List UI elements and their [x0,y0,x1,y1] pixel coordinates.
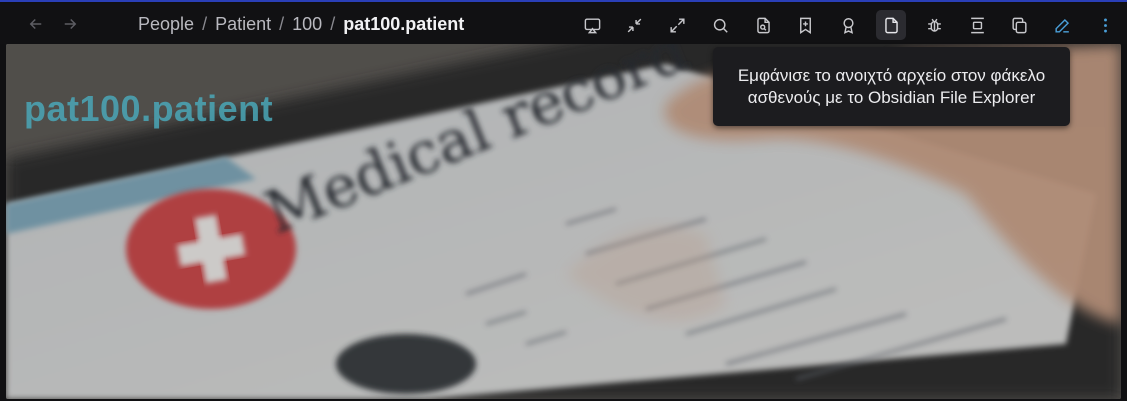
copy-icon[interactable] [1004,10,1034,40]
forward-arrow-icon[interactable] [59,13,81,35]
tooltip: Εμφάνισε το ανοιχτό αρχείο στον φάκελο α… [713,47,1070,126]
breadcrumb: People / Patient / 100 / pat100.patient [138,12,464,36]
file-search-icon[interactable] [748,10,778,40]
bookmark-plus-icon[interactable] [790,10,820,40]
breadcrumb-item-people[interactable]: People [138,14,194,35]
collapse-icon[interactable] [619,10,649,40]
badge-icon[interactable] [833,10,863,40]
breadcrumb-separator: / [202,13,208,34]
search-icon[interactable] [705,10,735,40]
back-arrow-icon[interactable] [25,13,47,35]
align-center-icon[interactable] [962,10,992,40]
breadcrumb-separator: / [279,13,285,34]
note-title: pat100.patient [24,88,274,129]
file-icon[interactable] [876,10,906,40]
breadcrumb-separator: / [330,13,336,34]
pencil-icon[interactable] [1047,10,1077,40]
breadcrumb-item-patient[interactable]: Patient [215,14,271,35]
breadcrumb-item-100[interactable]: 100 [292,14,322,35]
window-frame: People / Patient / 100 / pat100.patient [0,0,1127,401]
bug-icon[interactable] [919,10,949,40]
expand-icon[interactable] [662,10,692,40]
breadcrumb-current[interactable]: pat100.patient [343,14,464,35]
more-vertical-icon[interactable] [1090,10,1120,40]
toolbar: People / Patient / 100 / pat100.patient [0,4,1127,44]
cast-icon[interactable] [577,10,607,40]
